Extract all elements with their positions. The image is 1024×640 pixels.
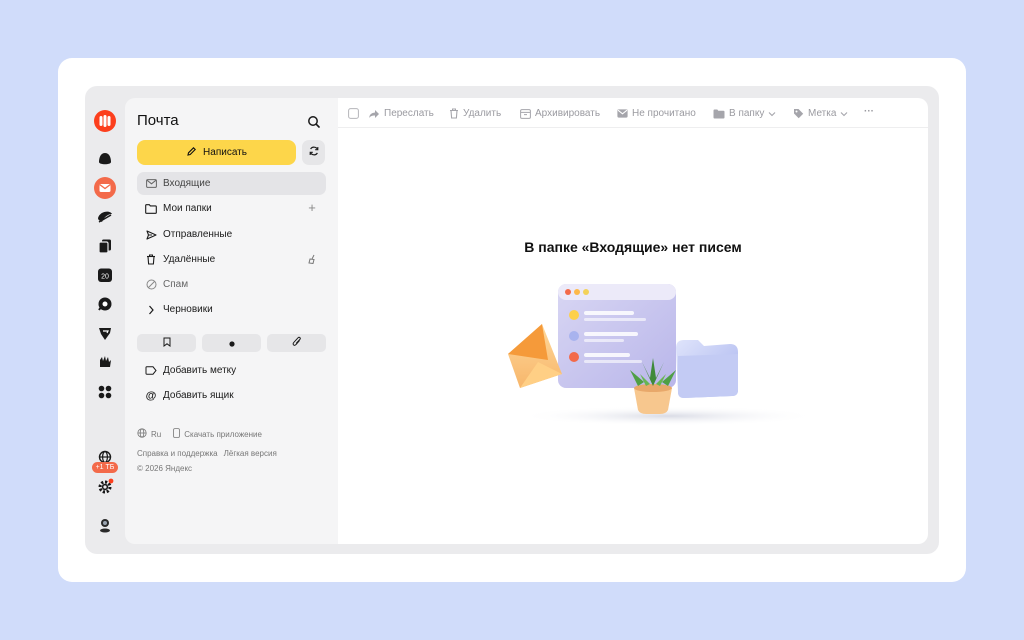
envelope-graphic bbox=[508, 324, 562, 388]
storage-badge[interactable]: +1 ТБ bbox=[92, 462, 118, 473]
add-mailbox-text: Добавить ящик bbox=[163, 390, 234, 401]
yandex-logo-icon[interactable] bbox=[94, 110, 116, 132]
move-to-folder-label: В папку bbox=[729, 108, 765, 119]
spam-icon bbox=[145, 279, 157, 291]
services-rail: 20 +1 ТБ bbox=[85, 86, 125, 554]
compose-button[interactable]: Написать bbox=[137, 140, 296, 165]
forms-icon[interactable] bbox=[94, 351, 116, 373]
search-icon[interactable] bbox=[306, 114, 322, 130]
footer-links-top: Ru Скачать приложение bbox=[137, 428, 262, 440]
forward-label: Переслать bbox=[384, 108, 434, 119]
compose-label: Написать bbox=[203, 147, 247, 158]
at-icon: @ bbox=[145, 389, 157, 402]
chevron-down-icon bbox=[840, 111, 848, 117]
forward-button[interactable]: Переслать bbox=[368, 107, 434, 120]
delete-label: Удалить bbox=[463, 108, 502, 119]
folder-label: Удалённые bbox=[163, 254, 216, 265]
folder-my-folders[interactable]: Мои папки + bbox=[137, 197, 326, 220]
filter-unread[interactable] bbox=[202, 334, 261, 352]
archive-label: Архивировать bbox=[535, 108, 601, 119]
folder-icon bbox=[713, 109, 725, 119]
help-link[interactable]: Справка и поддержка bbox=[137, 449, 218, 458]
lite-version-link[interactable]: Лёгкая версия bbox=[224, 449, 277, 458]
mail-icon[interactable] bbox=[94, 177, 116, 199]
add-label-button[interactable]: Добавить метку bbox=[137, 359, 326, 382]
copyright: © 2026 Яндекс bbox=[137, 464, 193, 473]
mail-sidebar: Почта Написать Входящие Мои папки + Отпр… bbox=[125, 98, 338, 544]
chevron-down-icon bbox=[768, 111, 776, 117]
mark-unread-button[interactable]: Не прочитано bbox=[617, 107, 696, 120]
add-folder-button[interactable]: + bbox=[306, 201, 318, 214]
unread-dot-icon bbox=[228, 334, 235, 352]
globe-icon bbox=[137, 428, 147, 440]
svg-text:20: 20 bbox=[101, 274, 109, 281]
folder-inbox[interactable]: Входящие bbox=[137, 172, 326, 195]
folder-graphic bbox=[676, 340, 738, 398]
folder-drafts[interactable]: Черновики bbox=[137, 298, 326, 321]
trash-icon bbox=[449, 108, 459, 119]
send-icon bbox=[145, 229, 157, 241]
add-label-text: Добавить метку bbox=[163, 365, 237, 376]
envelope-icon bbox=[617, 109, 628, 118]
folder-sent[interactable]: Отправленные bbox=[137, 223, 326, 246]
pencil-icon bbox=[186, 146, 197, 160]
filter-attachments[interactable] bbox=[267, 334, 326, 352]
add-mailbox-button[interactable]: @ Добавить ящик bbox=[137, 384, 326, 407]
folder-label: Черновики bbox=[163, 304, 213, 315]
forward-icon bbox=[368, 109, 380, 119]
filter-bookmarked[interactable] bbox=[137, 334, 196, 352]
tag-icon bbox=[145, 365, 157, 377]
messenger-icon[interactable] bbox=[94, 293, 116, 315]
mark-unread-label: Не прочитано bbox=[632, 108, 696, 119]
all-services-icon[interactable] bbox=[94, 381, 116, 403]
folder-label: Мои папки bbox=[163, 203, 212, 214]
telemost-icon[interactable] bbox=[94, 322, 116, 344]
attachment-icon bbox=[292, 334, 302, 352]
empty-inbox-illustration bbox=[508, 284, 818, 426]
avatar[interactable] bbox=[94, 514, 116, 536]
broom-icon[interactable] bbox=[306, 253, 318, 265]
delete-button[interactable]: Удалить bbox=[449, 107, 501, 120]
bookmark-icon bbox=[163, 334, 171, 352]
chevron-right-icon bbox=[145, 304, 157, 316]
archive-icon bbox=[520, 108, 531, 119]
window-graphic bbox=[558, 284, 676, 388]
disk-icon[interactable] bbox=[94, 206, 116, 228]
folder-trash[interactable]: Удалённые bbox=[137, 248, 326, 271]
language-switch[interactable]: Ru bbox=[151, 430, 161, 439]
settings-icon[interactable] bbox=[94, 476, 116, 498]
more-button[interactable]: ··· bbox=[864, 105, 874, 118]
tag-icon bbox=[793, 108, 804, 119]
label-dropdown[interactable]: Метка bbox=[793, 107, 848, 120]
folder-spam[interactable]: Спам bbox=[137, 273, 326, 296]
folder-label: Спам bbox=[163, 279, 189, 290]
toolbar: Переслать Удалить Архивировать Не прочит… bbox=[338, 98, 928, 128]
phone-icon bbox=[173, 428, 181, 440]
download-app-link[interactable]: Скачать приложение bbox=[184, 430, 262, 439]
select-all-checkbox[interactable] bbox=[348, 107, 359, 120]
folder-label: Входящие bbox=[163, 178, 211, 189]
refresh-button[interactable] bbox=[302, 140, 325, 165]
documents-icon[interactable] bbox=[94, 235, 116, 257]
folder-label: Отправленные bbox=[163, 229, 233, 240]
alice-icon[interactable] bbox=[94, 148, 116, 170]
message-area: Переслать Удалить Архивировать Не прочит… bbox=[338, 98, 928, 544]
refresh-icon bbox=[308, 144, 320, 162]
mail-window: 20 +1 ТБ Почта Написать Входящие Мои пап… bbox=[85, 86, 939, 554]
label-dropdown-label: Метка bbox=[808, 108, 837, 119]
trash-icon bbox=[145, 254, 157, 266]
archive-button[interactable]: Архивировать bbox=[520, 107, 600, 120]
envelope-icon bbox=[145, 178, 157, 190]
move-to-folder-dropdown[interactable]: В папку bbox=[713, 107, 776, 120]
empty-state-title: В папке «Входящие» нет писем bbox=[524, 239, 742, 255]
app-title: Почта bbox=[137, 112, 179, 129]
folder-icon bbox=[145, 203, 157, 215]
calendar-icon[interactable]: 20 bbox=[94, 264, 116, 286]
footer-links-bottom: Справка и поддержка Лёгкая версия bbox=[137, 449, 277, 458]
